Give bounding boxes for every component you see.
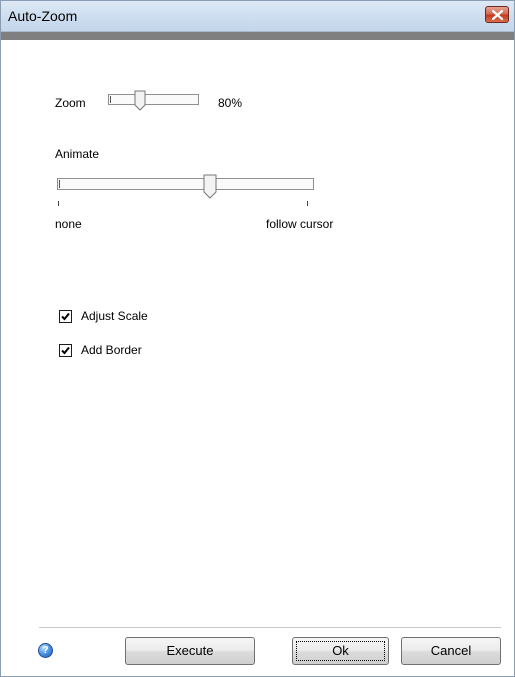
- adjust-scale-label[interactable]: Adjust Scale: [81, 309, 148, 323]
- execute-button[interactable]: Execute: [125, 637, 255, 665]
- zoom-slider-track[interactable]: [108, 94, 199, 105]
- animate-slider-start-mark: [59, 180, 60, 188]
- add-border-checkbox[interactable]: [59, 344, 72, 357]
- footer-separator: [39, 627, 501, 628]
- help-icon[interactable]: ?: [38, 643, 53, 658]
- ok-button-label: Ok: [296, 641, 385, 661]
- accent-bar: [1, 32, 514, 40]
- animate-tick-min: [58, 201, 59, 206]
- add-border-label[interactable]: Add Border: [81, 343, 142, 357]
- zoom-slider-start-mark: [110, 96, 111, 103]
- checkmark-icon: [61, 346, 70, 355]
- animate-slider-thumb[interactable]: [203, 174, 217, 200]
- animate-max-label: follow cursor: [266, 217, 334, 231]
- window-title: Auto-Zoom: [8, 8, 78, 24]
- auto-zoom-dialog: Auto-Zoom Zoom 80% Animate none follow c…: [0, 0, 515, 677]
- title-bar: Auto-Zoom: [1, 1, 514, 32]
- close-icon: [492, 10, 503, 20]
- adjust-scale-checkbox[interactable]: [59, 310, 72, 323]
- checkmark-icon: [61, 312, 70, 321]
- animate-min-label: none: [55, 217, 82, 231]
- ok-button[interactable]: Ok: [292, 637, 389, 665]
- cancel-button[interactable]: Cancel: [401, 637, 501, 665]
- zoom-slider-thumb[interactable]: [134, 90, 146, 112]
- zoom-value: 80%: [218, 96, 243, 110]
- animate-tick-max: [307, 201, 308, 206]
- close-button[interactable]: [485, 6, 509, 23]
- animate-label: Animate: [55, 147, 100, 161]
- zoom-label: Zoom: [55, 96, 86, 110]
- animate-slider-track[interactable]: [57, 178, 314, 190]
